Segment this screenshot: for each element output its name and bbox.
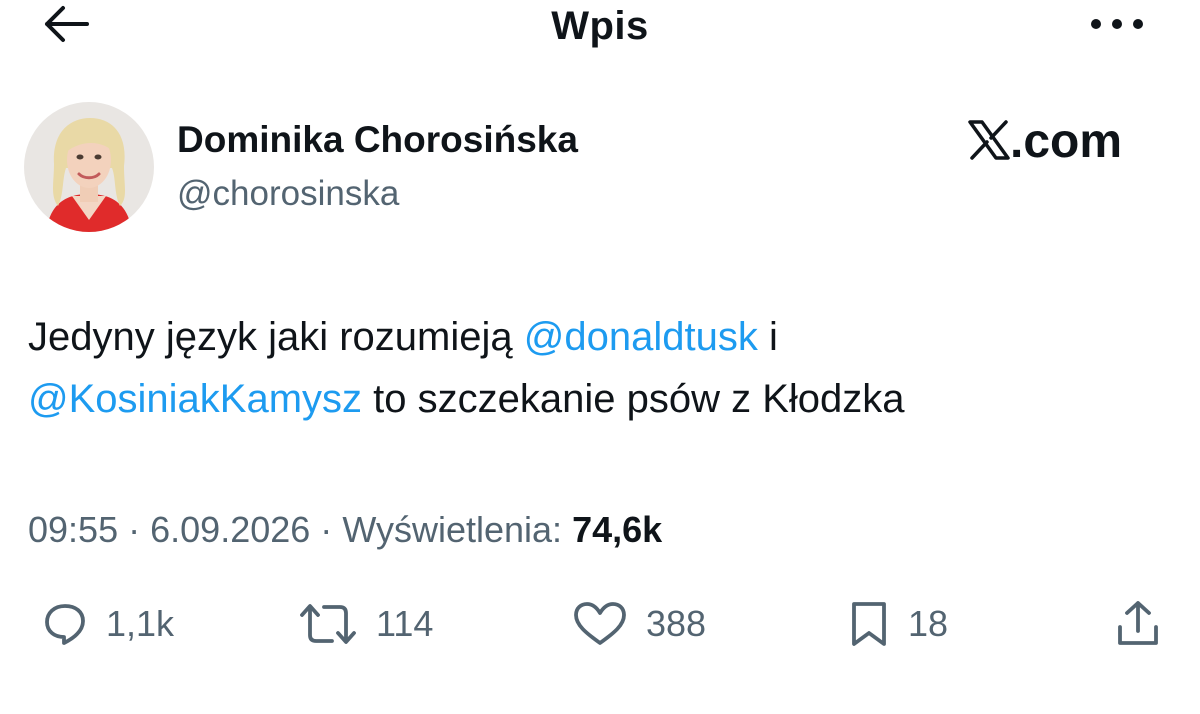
views-count: 74,6k bbox=[572, 509, 663, 550]
x-logo-icon bbox=[968, 119, 1010, 165]
reply-icon bbox=[42, 601, 88, 647]
repost-count: 114 bbox=[376, 603, 434, 644]
tweet-text-part: i bbox=[757, 315, 778, 359]
tweet-text-part: to szczekanie psów z Kłodzka bbox=[362, 377, 905, 421]
x-com-watermark: .com bbox=[968, 112, 1122, 172]
views-label: Wyświetlenia: bbox=[342, 509, 563, 550]
more-horizontal-icon bbox=[1089, 17, 1145, 36]
repost-icon bbox=[298, 601, 358, 647]
bookmark-icon bbox=[848, 600, 890, 648]
page-title: Wpis bbox=[551, 4, 649, 48]
like-button[interactable]: 388 bbox=[572, 594, 706, 654]
mention-link[interactable]: @donaldtusk bbox=[524, 315, 758, 359]
more-options-button[interactable] bbox=[1082, 4, 1152, 48]
tweet-text: Jedyny język jaki rozumieją @donaldtusk … bbox=[28, 306, 1168, 430]
share-icon bbox=[1114, 599, 1162, 649]
post-time[interactable]: 09:55 bbox=[28, 509, 118, 550]
author-handle[interactable]: @chorosinska bbox=[177, 172, 399, 216]
like-count: 388 bbox=[646, 603, 707, 644]
avatar[interactable] bbox=[24, 102, 154, 232]
share-button[interactable] bbox=[1114, 594, 1162, 654]
action-bar: 1,1k 114 388 18 bbox=[0, 594, 1200, 654]
separator: · bbox=[320, 509, 333, 550]
bookmark-button[interactable]: 18 bbox=[848, 594, 948, 654]
heart-icon bbox=[572, 601, 628, 647]
tweet-text-part: Jedyny język jaki rozumieją bbox=[28, 315, 524, 359]
reply-count: 1,1k bbox=[106, 603, 175, 644]
separator: · bbox=[128, 509, 141, 550]
tweet-metadata: 09:55 · 6.09.2026 · Wyświetlenia: 74,6k bbox=[28, 506, 662, 554]
author-name[interactable]: Dominika Chorosińska bbox=[177, 118, 578, 162]
post-date[interactable]: 6.09.2026 bbox=[150, 509, 310, 550]
mention-link[interactable]: @KosiniakKamysz bbox=[28, 377, 362, 421]
repost-button[interactable]: 114 bbox=[298, 594, 433, 654]
reply-button[interactable]: 1,1k bbox=[42, 594, 174, 654]
bookmark-count: 18 bbox=[908, 603, 949, 644]
top-bar: Wpis bbox=[0, 0, 1200, 60]
x-com-text: .com bbox=[1010, 115, 1123, 168]
